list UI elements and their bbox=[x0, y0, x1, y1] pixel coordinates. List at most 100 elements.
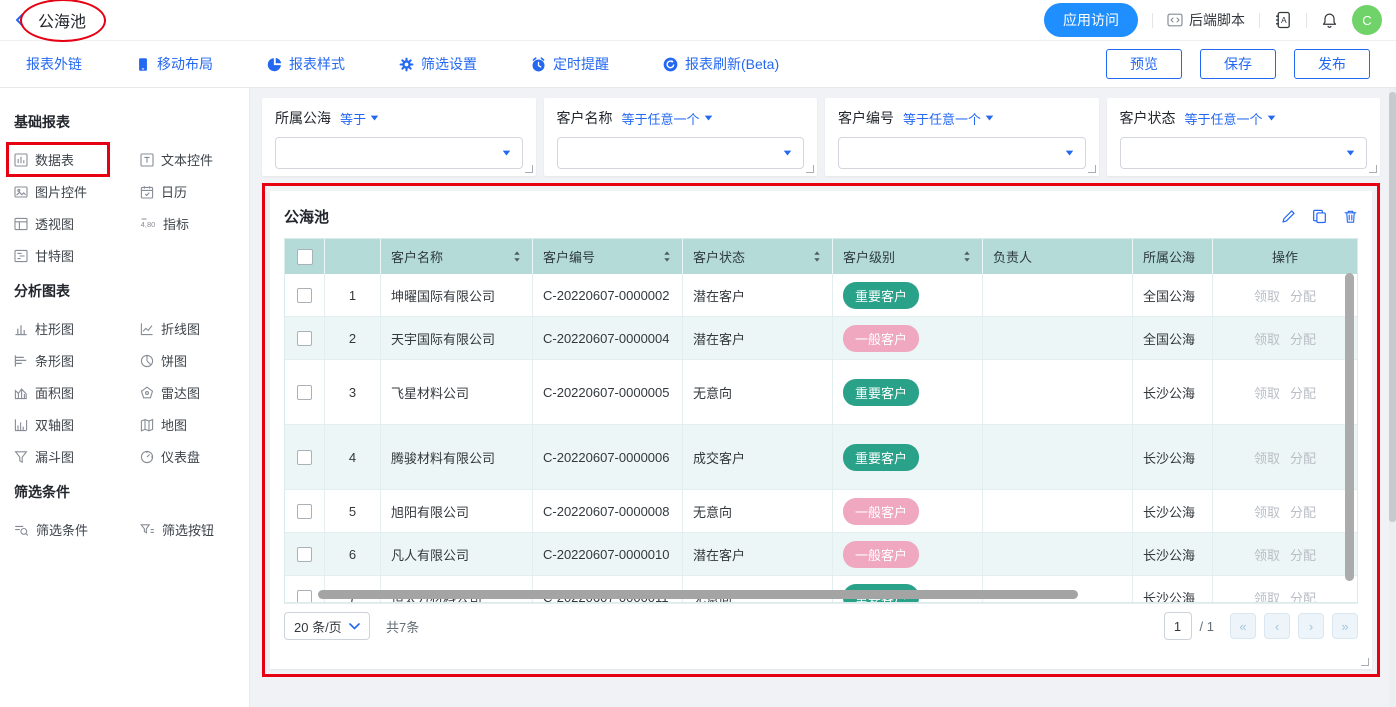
current-page-input[interactable]: 1 bbox=[1164, 612, 1192, 640]
filter-value-select[interactable] bbox=[1120, 137, 1368, 169]
assign-link[interactable]: 分配 bbox=[1290, 329, 1316, 348]
assign-link[interactable]: 分配 bbox=[1290, 502, 1316, 521]
bell-icon[interactable] bbox=[1321, 12, 1338, 29]
sidebar-item-image-widget[interactable]: 图片控件 bbox=[14, 182, 140, 201]
pool-cell: 长沙公海 bbox=[1133, 425, 1213, 489]
row-checkbox[interactable] bbox=[297, 288, 312, 303]
pagination-controls: 1 / 1 «‹›» bbox=[1164, 612, 1358, 640]
filter-widget-customer-name[interactable]: 客户名称等于任意一个 bbox=[544, 98, 818, 176]
sidebar-item-pivot-view[interactable]: 透视图 bbox=[14, 214, 140, 233]
filter-widget-pool[interactable]: 所属公海等于 bbox=[262, 98, 536, 176]
sort-icon[interactable] bbox=[962, 250, 972, 263]
sidebar-item-line-chart[interactable]: 折线图 bbox=[140, 319, 239, 338]
copy-button[interactable] bbox=[1312, 209, 1327, 224]
filter-value-select[interactable] bbox=[557, 137, 805, 169]
tab-mobile-layout[interactable]: 移动布局 bbox=[136, 54, 213, 74]
filter-operator-dropdown[interactable]: 等于 bbox=[340, 109, 379, 128]
assign-link[interactable]: 分配 bbox=[1290, 383, 1316, 402]
tab-report-refresh[interactable]: 报表刷新(Beta) bbox=[663, 54, 779, 74]
sidebar-item-data-table[interactable]: 数据表 bbox=[14, 150, 140, 169]
edit-button[interactable] bbox=[1281, 209, 1296, 224]
customer-code-cell: C-20220607-0000002 bbox=[533, 274, 683, 316]
sidebar-item-map-chart[interactable]: 地图 bbox=[140, 415, 239, 434]
customer-name-cell: 飞星材料公司 bbox=[381, 360, 533, 424]
sidebar-item-gauge-chart[interactable]: 仪表盘 bbox=[140, 447, 239, 466]
filter-value-select[interactable] bbox=[838, 137, 1086, 169]
next-page-button[interactable]: › bbox=[1298, 613, 1324, 639]
sidebar-item-gantt[interactable]: 甘特图 bbox=[14, 246, 140, 265]
sidebar-item-bar-chart[interactable]: 条形图 bbox=[14, 351, 140, 370]
contacts-icon[interactable]: A bbox=[1274, 11, 1292, 29]
app-access-button[interactable]: 应用访问 bbox=[1044, 3, 1138, 37]
select-all-checkbox[interactable] bbox=[297, 249, 313, 265]
tab-scheduled-reminder[interactable]: 定时提醒 bbox=[531, 54, 609, 74]
delete-button[interactable] bbox=[1343, 209, 1358, 224]
row-index-cell: 3 bbox=[325, 360, 381, 424]
first-page-button[interactable]: « bbox=[1230, 613, 1256, 639]
annotation-rect-table: 公海池 客户名称客户编号客户状态客户级别负责人所属公海操作 1坤曜国际有限公司C… bbox=[262, 183, 1380, 677]
assign-link[interactable]: 分配 bbox=[1290, 286, 1316, 305]
filter-widget-customer-code[interactable]: 客户编号等于任意一个 bbox=[825, 98, 1099, 176]
gauge-icon bbox=[140, 450, 154, 464]
sidebar-item-filter-button[interactable]: 筛选按钮 bbox=[140, 520, 239, 539]
horizontal-scrollbar[interactable] bbox=[318, 590, 1078, 599]
sort-icon[interactable] bbox=[512, 250, 522, 263]
filter-button-icon bbox=[140, 523, 155, 537]
sidebar-item-metric[interactable]: 4,80指标 bbox=[140, 214, 239, 233]
claim-link[interactable]: 领取 bbox=[1254, 448, 1280, 467]
filter-operator-dropdown[interactable]: 等于任意一个 bbox=[622, 109, 713, 128]
sidebar-item-filter-condition[interactable]: 筛选条件 bbox=[14, 520, 140, 539]
table-widget-card[interactable]: 公海池 客户名称客户编号客户状态客户级别负责人所属公海操作 1坤曜国际有限公司C… bbox=[270, 191, 1372, 669]
alarm-icon bbox=[531, 57, 546, 72]
sort-icon[interactable] bbox=[812, 250, 822, 263]
delete-icon bbox=[1343, 209, 1358, 224]
row-checkbox[interactable] bbox=[297, 385, 312, 400]
row-checkbox[interactable] bbox=[297, 450, 312, 465]
claim-link[interactable]: 领取 bbox=[1254, 383, 1280, 402]
tab-report-external-link[interactable]: 报表外链 bbox=[26, 54, 82, 74]
publish-button[interactable]: 发布 bbox=[1294, 49, 1370, 79]
preview-button[interactable]: 预览 bbox=[1106, 49, 1182, 79]
customer-name-cell: 天宇国际有限公司 bbox=[381, 317, 533, 359]
claim-link[interactable]: 领取 bbox=[1254, 545, 1280, 564]
save-button[interactable]: 保存 bbox=[1200, 49, 1276, 79]
claim-link[interactable]: 领取 bbox=[1254, 502, 1280, 521]
sidebar-item-area-chart[interactable]: 面积图 bbox=[14, 383, 140, 402]
filter-value-select[interactable] bbox=[275, 137, 523, 169]
row-checkbox[interactable] bbox=[297, 331, 312, 346]
tab-label: 报表样式 bbox=[289, 54, 345, 74]
area-chart-icon bbox=[14, 386, 28, 400]
claim-link[interactable]: 领取 bbox=[1254, 286, 1280, 305]
page-scrollbar[interactable] bbox=[1389, 92, 1396, 522]
claim-link[interactable]: 领取 bbox=[1254, 329, 1280, 348]
row-checkbox[interactable] bbox=[297, 504, 312, 519]
sidebar-item-text-widget[interactable]: 文本控件 bbox=[140, 150, 239, 169]
assign-link[interactable]: 分配 bbox=[1290, 545, 1316, 564]
sidebar-item-funnel-chart[interactable]: 漏斗图 bbox=[14, 447, 140, 466]
page-size-select[interactable]: 20 条/页 bbox=[284, 612, 370, 640]
filter-operator-dropdown[interactable]: 等于任意一个 bbox=[903, 109, 994, 128]
row-checkbox[interactable] bbox=[297, 547, 312, 562]
user-avatar[interactable]: C bbox=[1352, 5, 1382, 35]
row-select-cell bbox=[285, 360, 325, 424]
sidebar-item-pie-chart[interactable]: 饼图 bbox=[140, 351, 239, 370]
sidebar-item-calendar[interactable]: 日历 bbox=[140, 182, 239, 201]
sort-icon[interactable] bbox=[662, 250, 672, 263]
back-button[interactable] bbox=[12, 12, 28, 28]
filter-widget-customer-status[interactable]: 客户状态等于任意一个 bbox=[1107, 98, 1381, 176]
sidebar-item-radar-chart[interactable]: 雷达图 bbox=[140, 383, 239, 402]
last-page-button[interactable]: » bbox=[1332, 613, 1358, 639]
sidebar-item-dual-axis-chart[interactable]: 双轴图 bbox=[14, 415, 140, 434]
vertical-scrollbar[interactable] bbox=[1345, 273, 1354, 581]
filter-operator-dropdown[interactable]: 等于任意一个 bbox=[1185, 109, 1276, 128]
tab-filter-settings[interactable]: 筛选设置 bbox=[399, 54, 477, 74]
header-actions: 应用访问 后端脚本 A C bbox=[1044, 3, 1382, 37]
sidebar-item-column-chart[interactable]: 柱形图 bbox=[14, 319, 140, 338]
assign-link[interactable]: 分配 bbox=[1290, 448, 1316, 467]
tab-report-style[interactable]: 报表样式 bbox=[267, 54, 345, 74]
backend-script-button[interactable]: 后端脚本 bbox=[1167, 10, 1245, 30]
caret-down-icon bbox=[502, 150, 511, 156]
pool-cell: 长沙公海 bbox=[1133, 490, 1213, 532]
prev-page-button[interactable]: ‹ bbox=[1264, 613, 1290, 639]
filter-header: 客户编号等于任意一个 bbox=[838, 108, 1086, 128]
